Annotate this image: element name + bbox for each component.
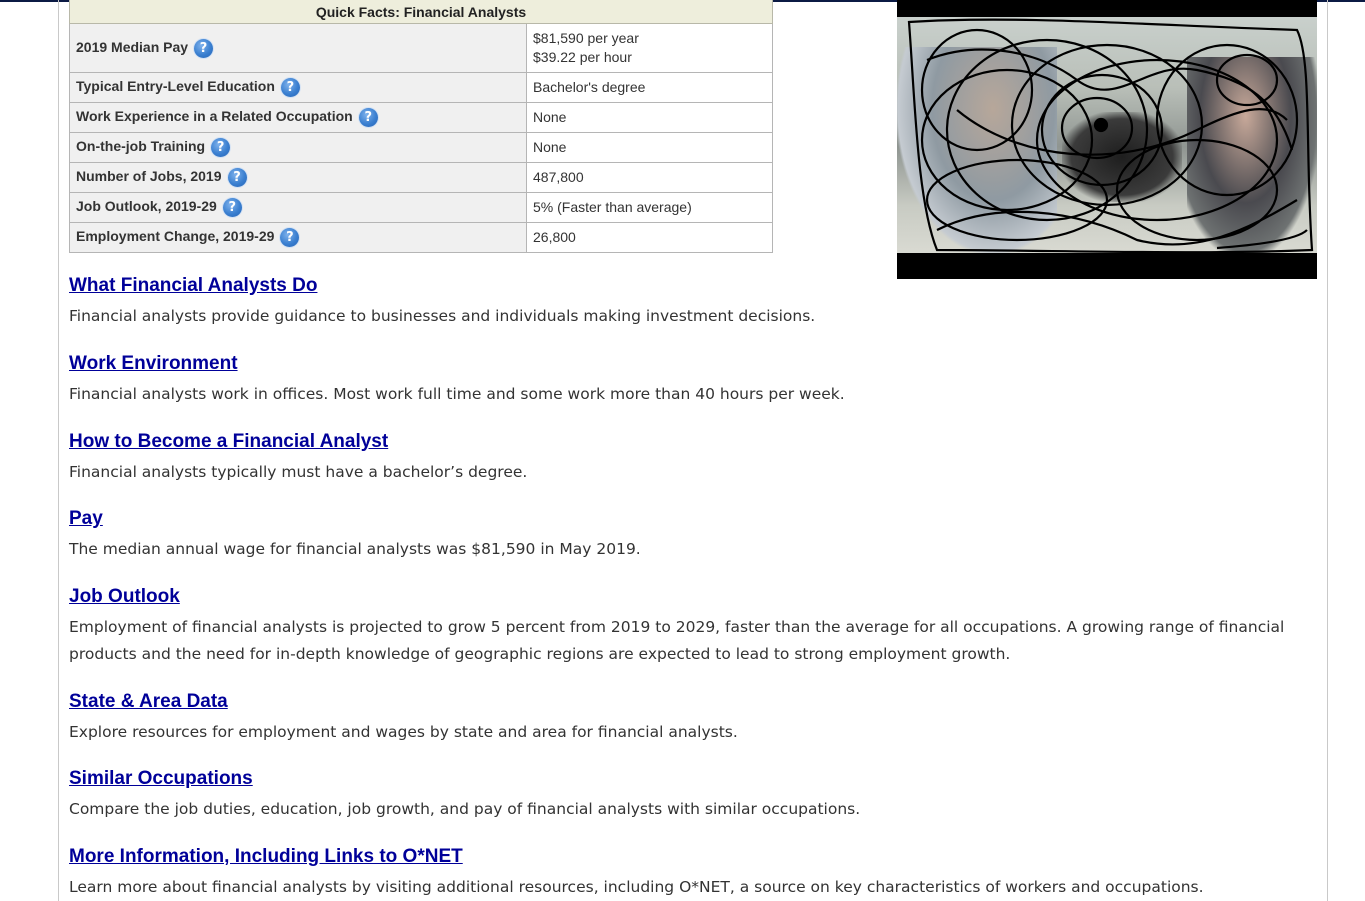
section-pay: Pay The median annual wage for financial… (69, 508, 1299, 563)
row-value: 26,800 (526, 222, 773, 253)
section-summary: Compare the job duties, education, job g… (69, 800, 861, 818)
section-summary: Explore resources for employment and wag… (69, 723, 738, 741)
section-state-area-data: State & Area Data Explore resources for … (69, 691, 1299, 746)
row-label: Typical Entry-Level Education (76, 78, 275, 95)
quick-facts-row: Work Experience in a Related Occupation?… (69, 102, 773, 133)
section-link-work-environment[interactable]: Work Environment (69, 353, 238, 375)
row-value: None (526, 132, 773, 163)
row-label: On-the-job Training (76, 138, 206, 155)
help-icon[interactable]: ? (194, 38, 214, 58)
scribble-overlay-icon (907, 18, 1314, 254)
row-label: Job Outlook, 2019-29 (76, 198, 217, 215)
video-player[interactable] (897, 0, 1317, 279)
help-icon[interactable]: ? (227, 168, 247, 187)
row-value: Bachelor's degree (526, 72, 773, 103)
row-label: Work Experience in a Related Occupation (76, 108, 353, 125)
help-icon[interactable]: ? (280, 78, 300, 97)
section-job-outlook: Job Outlook Employment of financial anal… (69, 586, 1299, 668)
section-summary: Employment of financial analysts is proj… (69, 618, 1285, 663)
row-label: Number of Jobs, 2019 (76, 168, 222, 185)
section-more-information: More Information, Including Links to O*N… (69, 846, 1299, 901)
row-label: Employment Change, 2019-29 (76, 228, 275, 245)
quick-facts-row: On-the-job Training? None (69, 132, 773, 163)
section-summary: The median annual wage for financial ana… (69, 540, 641, 558)
quick-facts-title: Quick Facts: Financial Analysts (69, 0, 773, 24)
help-icon[interactable]: ? (358, 108, 378, 127)
quick-facts-row: 2019 Median Pay? $81,590 per year $39.22 … (69, 23, 773, 73)
row-value: None (526, 102, 773, 133)
section-link-pay[interactable]: Pay (69, 508, 103, 530)
help-icon[interactable]: ? (222, 198, 242, 217)
quick-facts-row: Typical Entry-Level Education? Bachelor'… (69, 72, 773, 103)
quick-facts-row: Number of Jobs, 2019? 487,800 (69, 162, 773, 193)
row-label: 2019 Median Pay (76, 38, 189, 55)
section-link-more-information[interactable]: More Information, Including Links to O*N… (69, 846, 463, 868)
section-what-they-do: What Financial Analysts Do Financial ana… (69, 275, 1299, 330)
row-value: $81,590 per year (533, 30, 639, 46)
section-link-state-area-data[interactable]: State & Area Data (69, 691, 228, 713)
section-link-how-to-become[interactable]: How to Become a Financial Analyst (69, 431, 388, 453)
help-icon[interactable]: ? (211, 138, 231, 157)
row-value: 5% (Faster than average) (526, 192, 773, 223)
row-value: $39.22 per hour (533, 49, 632, 65)
help-icon[interactable]: ? (280, 228, 300, 247)
quick-facts-row: Job Outlook, 2019-29? 5% (Faster than av… (69, 192, 773, 223)
section-summary: Learn more about financial analysts by v… (69, 878, 1204, 896)
section-summary: Financial analysts typically must have a… (69, 463, 528, 481)
section-link-similar-occupations[interactable]: Similar Occupations (69, 768, 253, 790)
quick-facts-row: Employment Change, 2019-29? 26,800 (69, 222, 773, 253)
section-summary: Financial analysts provide guidance to b… (69, 307, 816, 325)
quick-facts-table: Quick Facts: Financial Analysts 2019 Med… (69, 0, 773, 253)
row-value: 487,800 (526, 162, 773, 193)
section-work-environment: Work Environment Financial analysts work… (69, 353, 1299, 408)
section-how-to-become: How to Become a Financial Analyst Financ… (69, 431, 1299, 486)
section-link-what-they-do[interactable]: What Financial Analysts Do (69, 275, 317, 297)
section-link-job-outlook[interactable]: Job Outlook (69, 586, 180, 608)
section-summary: Financial analysts work in offices. Most… (69, 385, 845, 403)
section-similar-occupations: Similar Occupations Compare the job duti… (69, 768, 1299, 823)
